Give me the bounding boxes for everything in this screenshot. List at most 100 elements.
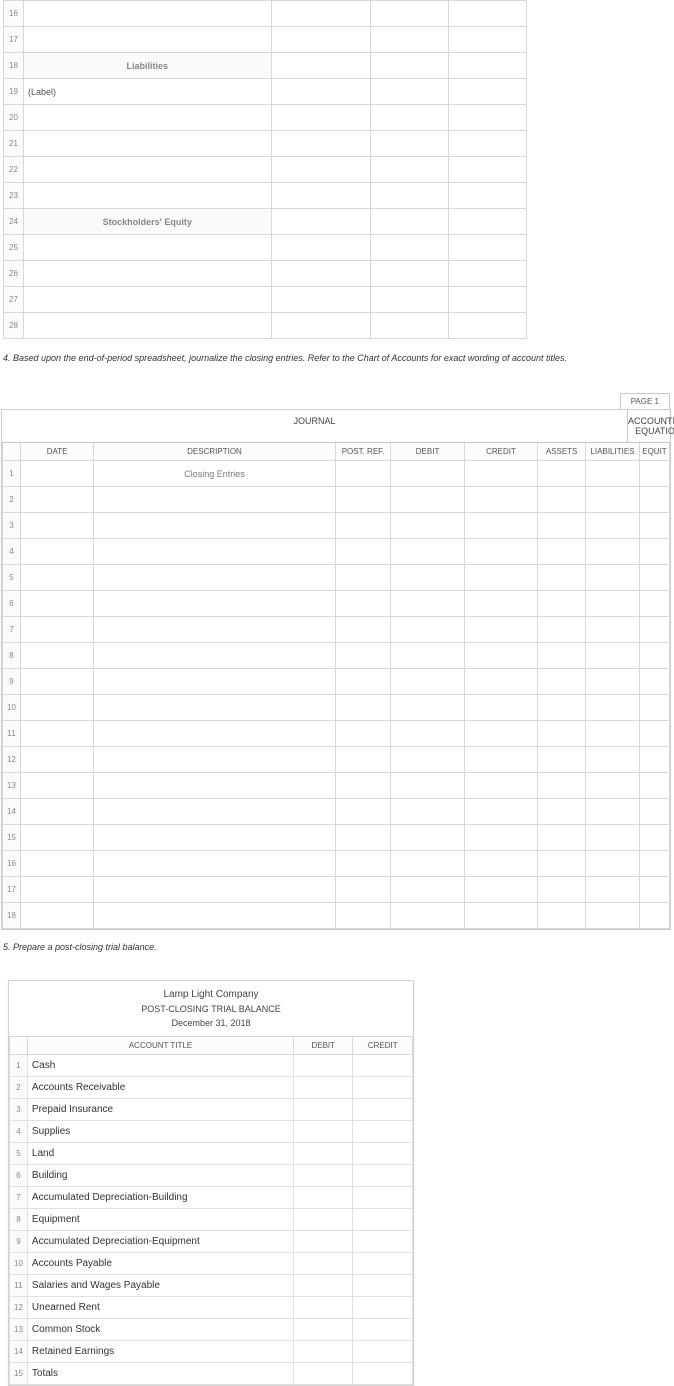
journal-cell[interactable]	[586, 695, 640, 721]
journal-cell[interactable]	[391, 799, 464, 825]
desc-cell[interactable]	[23, 235, 271, 261]
debit-cell[interactable]	[294, 1187, 353, 1209]
journal-cell[interactable]	[464, 461, 537, 487]
journal-cell[interactable]	[538, 565, 586, 591]
journal-cell[interactable]	[20, 799, 93, 825]
debit-cell[interactable]	[294, 1253, 353, 1275]
journal-cell[interactable]	[464, 539, 537, 565]
value-cell[interactable]	[271, 261, 371, 287]
journal-cell[interactable]	[464, 643, 537, 669]
credit-cell[interactable]	[353, 1275, 413, 1297]
journal-cell[interactable]	[538, 851, 586, 877]
journal-cell[interactable]	[639, 799, 669, 825]
journal-cell[interactable]	[94, 695, 336, 721]
account-title-cell[interactable]: Prepaid Insurance	[27, 1099, 293, 1121]
desc-cell[interactable]: Liabilities	[23, 53, 271, 79]
value-cell[interactable]	[371, 287, 449, 313]
page-tab[interactable]: PAGE 1	[620, 393, 670, 409]
journal-cell[interactable]	[335, 825, 391, 851]
debit-cell[interactable]	[294, 1231, 353, 1253]
credit-cell[interactable]	[353, 1077, 413, 1099]
journal-cell[interactable]	[639, 461, 669, 487]
desc-cell[interactable]	[23, 157, 271, 183]
journal-cell[interactable]	[639, 617, 669, 643]
account-title-cell[interactable]: Building	[27, 1165, 293, 1187]
desc-cell[interactable]	[23, 131, 271, 157]
journal-cell[interactable]	[586, 591, 640, 617]
journal-cell[interactable]	[639, 591, 669, 617]
journal-cell[interactable]	[20, 669, 93, 695]
journal-cell[interactable]	[94, 669, 336, 695]
journal-cell[interactable]	[464, 695, 537, 721]
journal-cell[interactable]	[20, 565, 93, 591]
journal-cell[interactable]	[586, 617, 640, 643]
value-cell[interactable]	[371, 27, 449, 53]
value-cell[interactable]	[449, 157, 527, 183]
desc-cell[interactable]	[23, 287, 271, 313]
journal-cell[interactable]	[391, 643, 464, 669]
journal-cell[interactable]	[94, 799, 336, 825]
value-cell[interactable]	[371, 105, 449, 131]
journal-cell[interactable]	[391, 669, 464, 695]
desc-cell[interactable]	[23, 1, 271, 27]
value-cell[interactable]	[371, 235, 449, 261]
journal-cell[interactable]	[586, 513, 640, 539]
desc-cell[interactable]	[23, 313, 271, 339]
journal-cell[interactable]	[464, 617, 537, 643]
value-cell[interactable]	[271, 287, 371, 313]
journal-cell[interactable]	[20, 773, 93, 799]
journal-cell[interactable]	[335, 747, 391, 773]
journal-cell[interactable]	[391, 539, 464, 565]
value-cell[interactable]	[449, 287, 527, 313]
journal-cell[interactable]	[586, 721, 640, 747]
journal-cell[interactable]	[586, 877, 640, 903]
journal-cell[interactable]	[464, 877, 537, 903]
debit-cell[interactable]	[294, 1077, 353, 1099]
journal-cell[interactable]	[639, 695, 669, 721]
journal-cell[interactable]	[20, 487, 93, 513]
journal-cell[interactable]	[586, 747, 640, 773]
journal-cell[interactable]	[538, 617, 586, 643]
journal-cell[interactable]	[639, 851, 669, 877]
journal-cell[interactable]	[538, 747, 586, 773]
debit-cell[interactable]	[294, 1341, 353, 1363]
desc-cell[interactable]	[23, 105, 271, 131]
journal-cell[interactable]	[335, 903, 391, 929]
account-title-cell[interactable]: Unearned Rent	[27, 1297, 293, 1319]
journal-cell[interactable]	[538, 539, 586, 565]
journal-cell[interactable]	[391, 513, 464, 539]
credit-cell[interactable]	[353, 1319, 413, 1341]
journal-cell[interactable]	[464, 487, 537, 513]
journal-cell[interactable]	[94, 513, 336, 539]
value-cell[interactable]	[449, 313, 527, 339]
journal-cell[interactable]	[586, 643, 640, 669]
journal-cell[interactable]	[335, 695, 391, 721]
value-cell[interactable]	[449, 79, 527, 105]
journal-cell[interactable]	[464, 591, 537, 617]
journal-cell[interactable]	[20, 851, 93, 877]
journal-cell[interactable]	[464, 851, 537, 877]
value-cell[interactable]	[271, 313, 371, 339]
journal-cell[interactable]	[464, 799, 537, 825]
value-cell[interactable]	[371, 1, 449, 27]
account-title-cell[interactable]: Common Stock	[27, 1319, 293, 1341]
credit-cell[interactable]	[353, 1231, 413, 1253]
journal-cell[interactable]	[94, 825, 336, 851]
debit-cell[interactable]	[294, 1363, 353, 1385]
journal-cell[interactable]	[335, 461, 391, 487]
journal-cell[interactable]	[639, 487, 669, 513]
value-cell[interactable]	[449, 183, 527, 209]
journal-cell[interactable]	[335, 721, 391, 747]
value-cell[interactable]	[271, 79, 371, 105]
journal-cell[interactable]	[586, 565, 640, 591]
journal-cell[interactable]	[94, 877, 336, 903]
account-title-cell[interactable]: Salaries and Wages Payable	[27, 1275, 293, 1297]
journal-cell[interactable]	[464, 773, 537, 799]
account-title-cell[interactable]: Accounts Payable	[27, 1253, 293, 1275]
value-cell[interactable]	[371, 261, 449, 287]
journal-cell[interactable]	[538, 669, 586, 695]
credit-cell[interactable]	[353, 1165, 413, 1187]
journal-cell[interactable]	[639, 773, 669, 799]
journal-cell[interactable]	[639, 513, 669, 539]
journal-cell[interactable]	[586, 539, 640, 565]
